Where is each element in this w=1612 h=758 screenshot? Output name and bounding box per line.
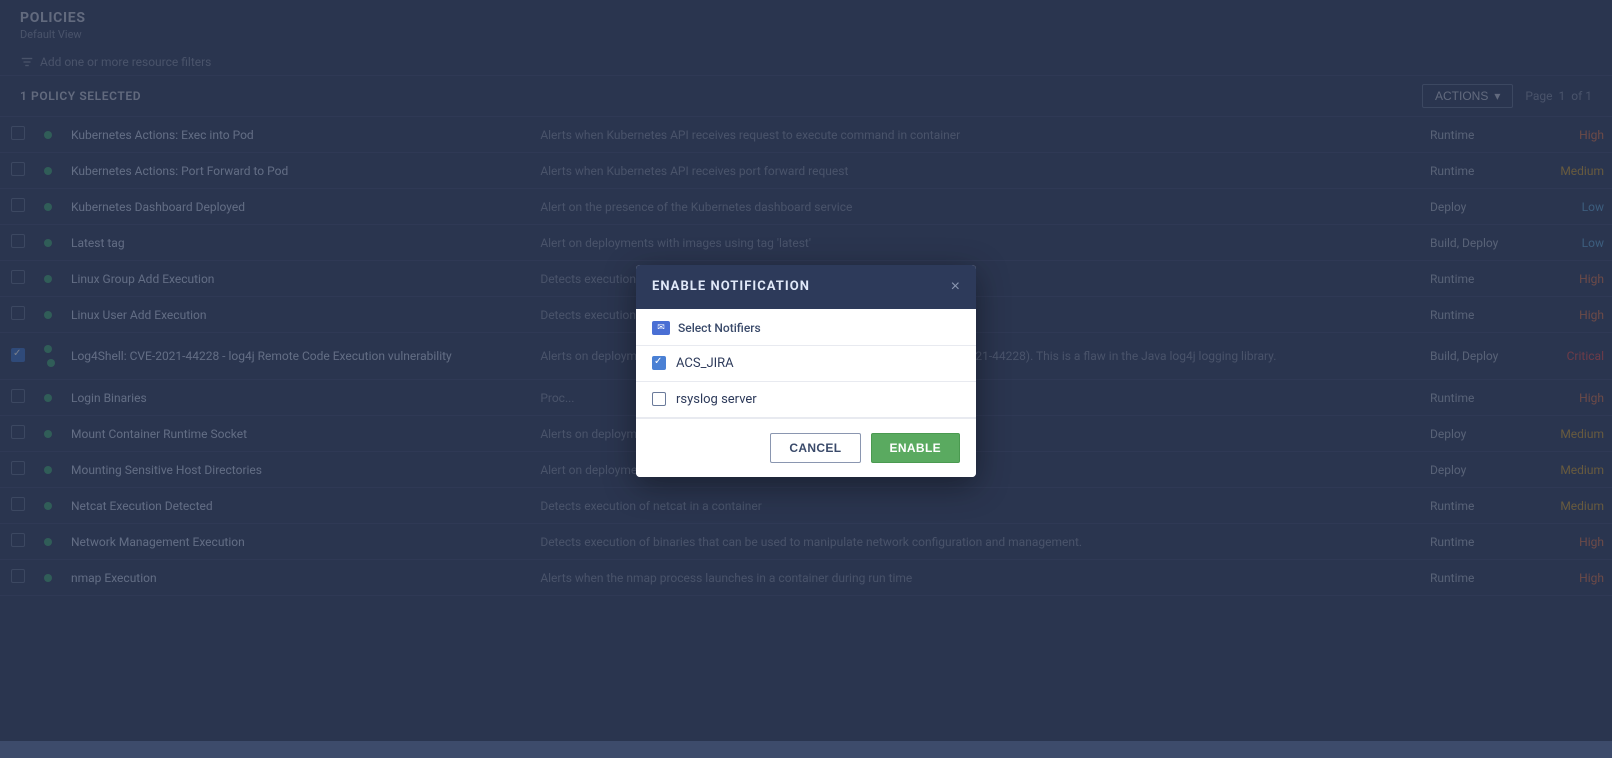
modal-footer: CANCEL ENABLE [636, 418, 976, 477]
modal-header: ENABLE NOTIFICATION × [636, 265, 976, 309]
enable-notification-modal: ENABLE NOTIFICATION × ✉ Select Notifiers… [636, 265, 976, 477]
modal-close-button[interactable]: × [951, 279, 960, 295]
modal-title: ENABLE NOTIFICATION [652, 279, 810, 294]
notifier-section: ✉ Select Notifiers [636, 309, 976, 346]
enable-button[interactable]: ENABLE [871, 433, 961, 463]
email-icon: ✉ [652, 321, 670, 335]
notifier-item: ACS_JIRA [636, 346, 976, 382]
section-label: Select Notifiers [678, 321, 761, 335]
modal-body: ✉ Select Notifiers ACS_JIRArsyslog serve… [636, 309, 976, 418]
notifier-checkbox[interactable] [652, 356, 666, 370]
notifier-label[interactable]: rsyslog server [676, 392, 757, 407]
modal-overlay: ENABLE NOTIFICATION × ✉ Select Notifiers… [0, 0, 1612, 741]
notifier-checkbox[interactable] [652, 392, 666, 406]
cancel-button[interactable]: CANCEL [770, 433, 860, 463]
notifier-item: rsyslog server [636, 382, 976, 418]
notifier-label[interactable]: ACS_JIRA [676, 356, 734, 371]
